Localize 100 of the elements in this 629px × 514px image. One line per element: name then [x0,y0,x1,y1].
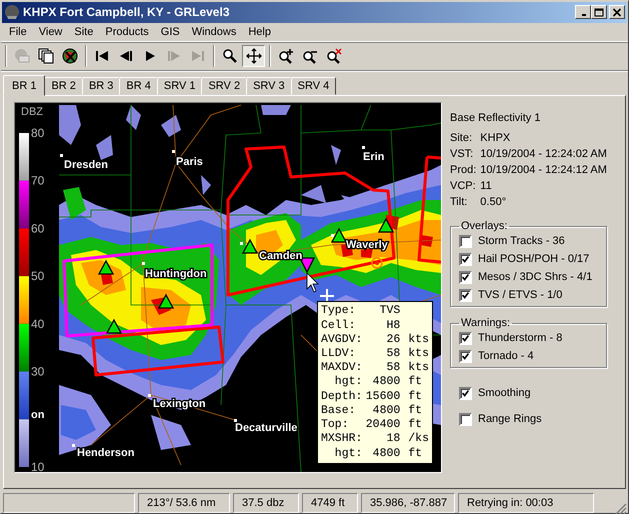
tooltip-label: AVGDV: [321,332,362,348]
storm-triangle-icon [378,218,394,234]
minimize-button[interactable] [575,5,591,20]
tooltip-unit: ft [408,418,424,432]
legend-tick-label: 30 [31,365,44,380]
check-icon [461,388,470,399]
minimize-icon [580,14,586,16]
menu-item[interactable]: Site [68,24,100,39]
close-icon [612,8,622,17]
city-label: Erin [363,151,384,164]
storm-triangle-icon [242,239,258,254]
checkbox[interactable] [459,386,472,400]
resize-grip-icon[interactable] [615,503,627,514]
group-title: Warnings: [460,317,512,330]
check-icon [461,272,470,283]
status-pane: 35.986, -87.887 [361,493,455,513]
menu-item[interactable]: Windows [186,24,242,39]
checkbox[interactable] [459,234,472,248]
checkbox[interactable] [459,332,472,345]
info-label: Tilt: [450,195,468,210]
tab[interactable]: BR 3 [82,77,120,96]
tooltip-value: 20400 [364,418,402,432]
info-value: 11 [480,179,493,194]
tooltip-label: hgt: [334,446,362,461]
storm-triangle-icon [98,260,114,276]
app-icon [4,4,20,20]
checkbox[interactable] [459,350,472,363]
info-label: VST: [450,147,474,162]
legend-tick-label: 50 [31,270,44,284]
tooltip-value: 15600 [364,390,402,404]
info-value: KHPX [480,131,512,146]
tooltip-label: MXSHR: [321,432,362,446]
city-label: Waverly [346,239,388,252]
legend-title: DBZ [21,106,43,118]
checkbox[interactable] [459,412,472,426]
checkbox-label: Smoothing [478,387,531,400]
checkbox[interactable] [459,288,472,302]
legend-tick-label: 80 [31,126,44,140]
menu-item[interactable]: View [32,24,68,39]
checkbox-label: Hail POSH/POH - 0/17 [478,253,590,266]
city-label: Lexington [153,398,206,410]
tooltip-value: 58 [385,347,402,362]
tooltip-unit: kts [408,347,429,362]
menu-item[interactable]: Help [242,24,277,39]
city-label: Henderson [77,447,134,460]
city-label: Decaturville [235,422,298,434]
info-label: Prod: [450,163,476,178]
tooltip-unit: ft [408,404,424,418]
status-pane: 213°/ 53.6 nm [138,493,230,513]
city-label: Huntingdon [145,268,207,280]
checkbox-label: TVS / ETVS - 1/0 [478,289,562,302]
zoom-clear-icon [326,48,342,64]
tooltip-label: MAXDV: [321,361,362,376]
check-icon [461,254,470,265]
maximize-button[interactable] [591,5,607,20]
search-icon [222,48,238,64]
storm-triangle-icon [158,294,174,310]
city-label: on [31,409,44,422]
info-value: 0.50° [480,195,508,210]
tab[interactable]: SRV 1 [156,77,202,96]
move-icon [246,48,262,64]
tooltip-unit: ft [408,446,424,461]
toolbar-button[interactable] [242,44,265,67]
tooltip-unit: ft [408,390,424,404]
tab[interactable]: SRV 3 [246,77,292,96]
checkbox-label: Mesos / 3DC Shrs - 4/1 [478,271,592,284]
checkbox[interactable] [459,270,472,284]
tooltip-value: TVS [378,304,402,319]
pages-icon [38,48,54,64]
checkbox-label: Tornado - 4 [478,350,534,362]
close-button[interactable] [609,5,625,20]
menu-item[interactable]: Products [99,24,155,39]
legend-tick-label: 70 [31,174,44,188]
tab[interactable]: BR 4 [119,77,158,96]
menu-item[interactable]: GIS [154,24,186,39]
tab[interactable]: SRV 2 [201,77,248,96]
tooltip-unit: /ks [408,432,429,446]
legend-tick-label: 10 [31,460,44,472]
check-icon [461,290,470,301]
tab[interactable]: SRV 4 [290,77,336,96]
tooltip-value: 18 [385,432,402,446]
tooltip-value: 4800 [372,375,402,390]
checkbox[interactable] [459,252,472,266]
maximize-icon [594,8,604,17]
tab[interactable]: BR 1 [3,75,46,96]
tooltip-unit: kts [408,332,429,348]
city-label: Dresden [64,159,108,172]
tooltip-value: 26 [385,332,402,348]
city-label: Paris [176,156,203,168]
tooltip-unit: kts [408,361,429,376]
check-icon [461,332,470,344]
tooltip-label: Cell: [321,318,357,333]
tab[interactable]: BR 2 [44,77,83,96]
globe-icon [62,48,78,64]
target-icon [371,258,383,270]
info-value: 10/19/2004 - 12:24:02 AM [480,147,608,162]
menu-item[interactable]: File [3,24,33,39]
status-pane: 4749 ft [302,493,358,513]
tooltip-value: 58 [385,361,402,376]
tooltip-label: Top: [321,418,350,432]
